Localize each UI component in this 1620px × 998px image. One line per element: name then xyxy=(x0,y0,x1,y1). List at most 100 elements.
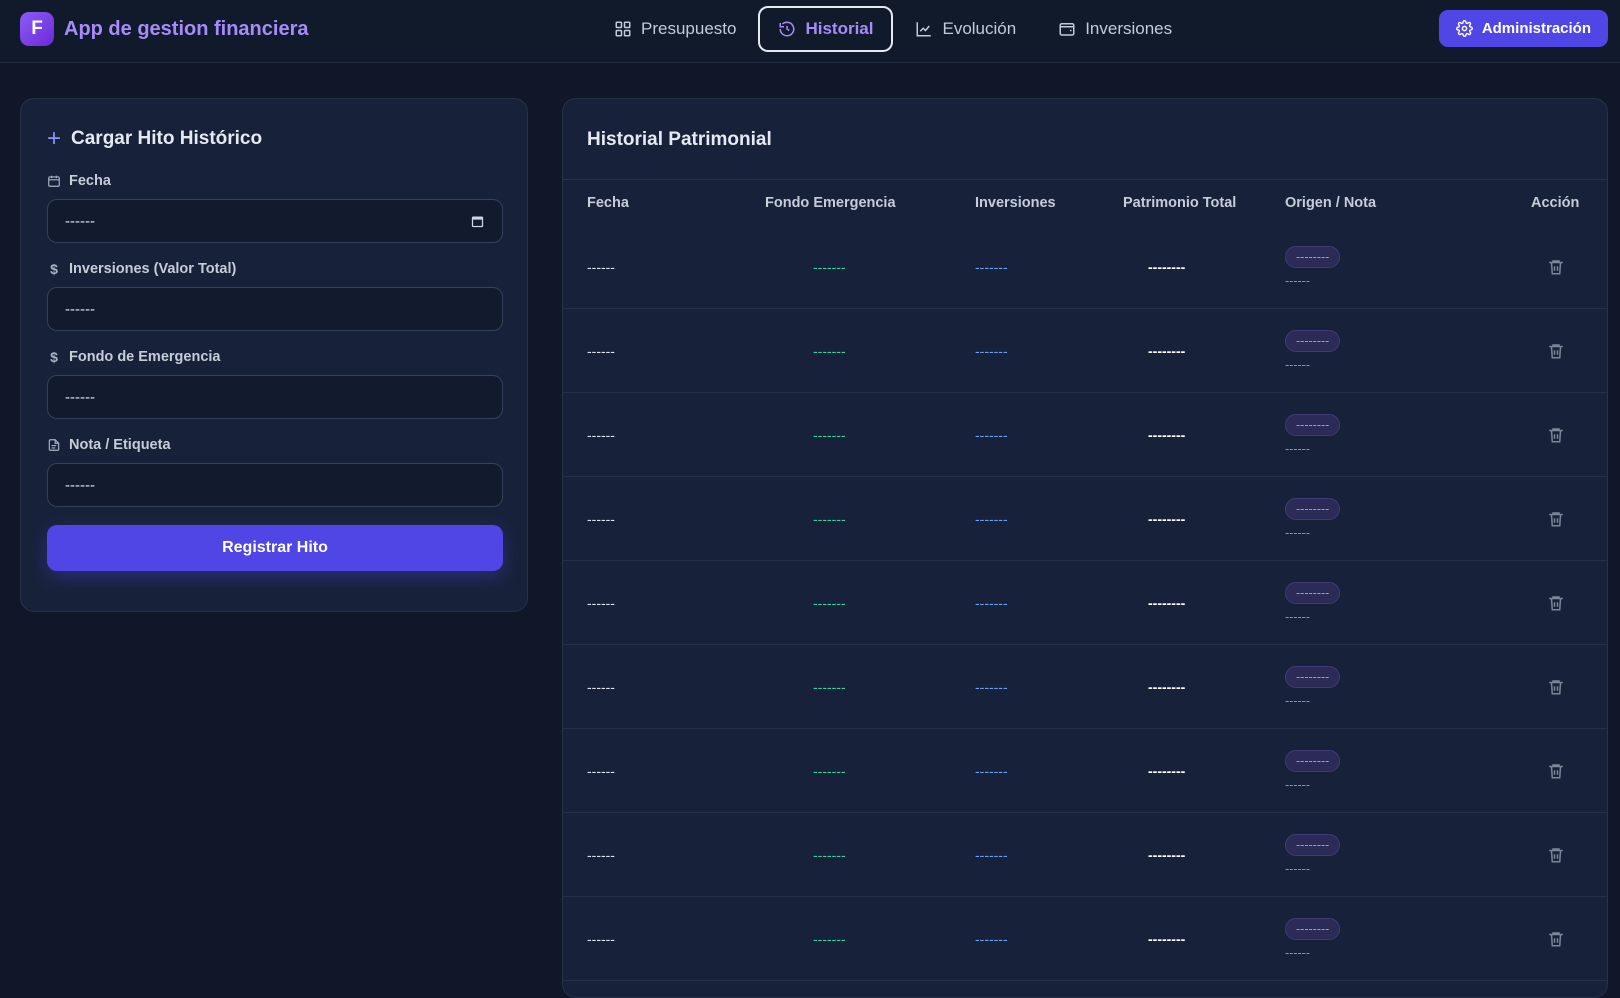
admin-label: Administración xyxy=(1481,20,1591,37)
cell-fondo: ------- xyxy=(813,846,846,863)
cell-fecha: ------ xyxy=(587,678,615,695)
wallet-icon xyxy=(1059,23,1075,36)
header-origen[interactable]: Origen / Nota xyxy=(1285,180,1376,225)
trash-icon[interactable] xyxy=(1547,678,1565,696)
cell-inversiones: ------- xyxy=(975,846,1008,863)
trash-icon[interactable] xyxy=(1547,510,1565,528)
table-row: ------ ------- ------- -------- --------… xyxy=(563,225,1607,309)
cell-fecha: ------ xyxy=(587,258,615,275)
header-accion: Acción xyxy=(1531,194,1580,211)
tab-inversiones[interactable]: Inversiones xyxy=(1038,6,1192,52)
trash-icon[interactable] xyxy=(1547,426,1565,444)
origin-badge: -------- xyxy=(1285,245,1341,268)
cell-inversiones: ------- xyxy=(975,762,1008,779)
origin-badge: -------- xyxy=(1285,329,1341,352)
fecha-label: Fecha xyxy=(47,173,501,189)
tab-label: Presupuesto xyxy=(641,19,737,38)
cell-accion xyxy=(1547,897,1565,980)
cell-inversiones: ------- xyxy=(975,342,1008,359)
grid-icon xyxy=(615,21,631,37)
cell-origen: -------- ------ xyxy=(1285,645,1341,728)
origin-badge: -------- xyxy=(1285,413,1341,436)
cell-inversiones: ------- xyxy=(975,678,1008,695)
cell-origen: -------- ------ xyxy=(1285,225,1341,308)
cell-patrimonio: -------- xyxy=(1148,342,1186,359)
note-text: ------ xyxy=(1285,693,1310,708)
document-icon xyxy=(48,439,60,451)
table-row: ------ ------- ------- -------- --------… xyxy=(563,645,1607,729)
calendar-icon xyxy=(48,175,60,187)
nota-label: Nota / Etiqueta xyxy=(47,437,501,453)
registrar-hito-button[interactable]: Registrar Hito xyxy=(47,525,503,571)
cell-accion xyxy=(1547,645,1565,728)
cell-origen: -------- ------ xyxy=(1285,393,1341,476)
top-bar: F App de gestion financiera Presupuesto … xyxy=(0,0,1620,63)
header-fecha[interactable]: Fecha xyxy=(587,180,629,225)
cell-inversiones: ------- xyxy=(975,258,1008,275)
inversiones-label: $ Inversiones (Valor Total) xyxy=(47,261,501,277)
header-fondo[interactable]: Fondo Emergencia xyxy=(765,180,896,225)
trash-icon[interactable] xyxy=(1547,846,1565,864)
inversiones-field[interactable] xyxy=(47,287,503,331)
gear-icon xyxy=(1455,20,1473,37)
note-text: ------ xyxy=(1285,945,1310,960)
fecha-input[interactable]: ------ xyxy=(47,199,503,243)
origin-badge: -------- xyxy=(1285,917,1341,940)
nota-group: Nota / Etiqueta xyxy=(47,437,503,507)
trash-icon[interactable] xyxy=(1547,258,1565,276)
form-title: + Cargar Hito Histórico xyxy=(47,127,501,151)
cell-accion xyxy=(1547,561,1565,644)
cell-origen: -------- ------ xyxy=(1285,309,1341,392)
app-title: App de gestion financiera xyxy=(64,17,309,40)
tab-evolucion[interactable]: Evolución xyxy=(895,6,1036,52)
line-chart-icon xyxy=(916,22,932,37)
table-row: ------ ------- ------- -------- --------… xyxy=(563,393,1607,477)
cell-accion xyxy=(1547,225,1565,308)
cell-patrimonio: -------- xyxy=(1148,258,1186,275)
brand-logo: F xyxy=(20,12,54,46)
origin-badge: -------- xyxy=(1285,833,1341,856)
fecha-value: ------ xyxy=(65,212,95,230)
trash-icon[interactable] xyxy=(1547,930,1565,948)
trash-icon[interactable] xyxy=(1547,342,1565,360)
brand[interactable]: F App de gestion financiera xyxy=(20,12,308,46)
dollar-icon: $ xyxy=(50,261,58,277)
note-text: ------ xyxy=(1285,861,1310,876)
cell-fondo: ------- xyxy=(813,678,846,695)
trash-icon[interactable] xyxy=(1547,762,1565,780)
cell-patrimonio: -------- xyxy=(1148,510,1186,527)
fecha-label-text: Fecha xyxy=(69,173,111,189)
cell-origen: -------- ------ xyxy=(1285,729,1341,812)
cell-inversiones: ------- xyxy=(975,426,1008,443)
cell-patrimonio: -------- xyxy=(1148,846,1186,863)
inversiones-input[interactable] xyxy=(65,300,485,318)
origin-badge: -------- xyxy=(1285,665,1341,688)
cell-origen: -------- ------ xyxy=(1285,897,1341,980)
nota-label-text: Nota / Etiqueta xyxy=(69,437,171,453)
fondo-input[interactable] xyxy=(65,388,485,406)
trash-icon[interactable] xyxy=(1547,594,1565,612)
origin-badge: -------- xyxy=(1285,581,1341,604)
tab-historial[interactable]: Historial xyxy=(758,6,894,52)
tab-label: Evolución xyxy=(942,19,1017,38)
nota-field[interactable] xyxy=(47,463,503,507)
calendar-picker-icon[interactable] xyxy=(470,214,485,229)
cell-accion xyxy=(1547,813,1565,896)
nota-input[interactable] xyxy=(65,476,485,494)
cell-inversiones: ------- xyxy=(975,510,1008,527)
table-row: ------ ------- ------- -------- --------… xyxy=(563,561,1607,645)
fondo-field[interactable] xyxy=(47,375,503,419)
cell-fondo: ------- xyxy=(813,930,846,947)
cell-fecha: ------ xyxy=(587,762,615,779)
header-patrimonio[interactable]: Patrimonio Total xyxy=(1123,180,1236,225)
note-text: ------ xyxy=(1285,525,1310,540)
tab-presupuesto[interactable]: Presupuesto xyxy=(594,6,756,52)
form-title-text: Cargar Hito Histórico xyxy=(71,128,263,149)
dollar-icon: $ xyxy=(50,349,58,365)
header-inversiones[interactable]: Inversiones xyxy=(975,180,1056,225)
admin-button[interactable]: Administración xyxy=(1438,10,1608,47)
fecha-group: Fecha ------ xyxy=(47,173,503,243)
table-row: ------ ------- ------- -------- --------… xyxy=(563,729,1607,813)
history-table-card: Historial Patrimonial Fecha Fondo Emerge… xyxy=(562,98,1608,998)
table-body: ------ ------- ------- -------- --------… xyxy=(563,225,1607,981)
